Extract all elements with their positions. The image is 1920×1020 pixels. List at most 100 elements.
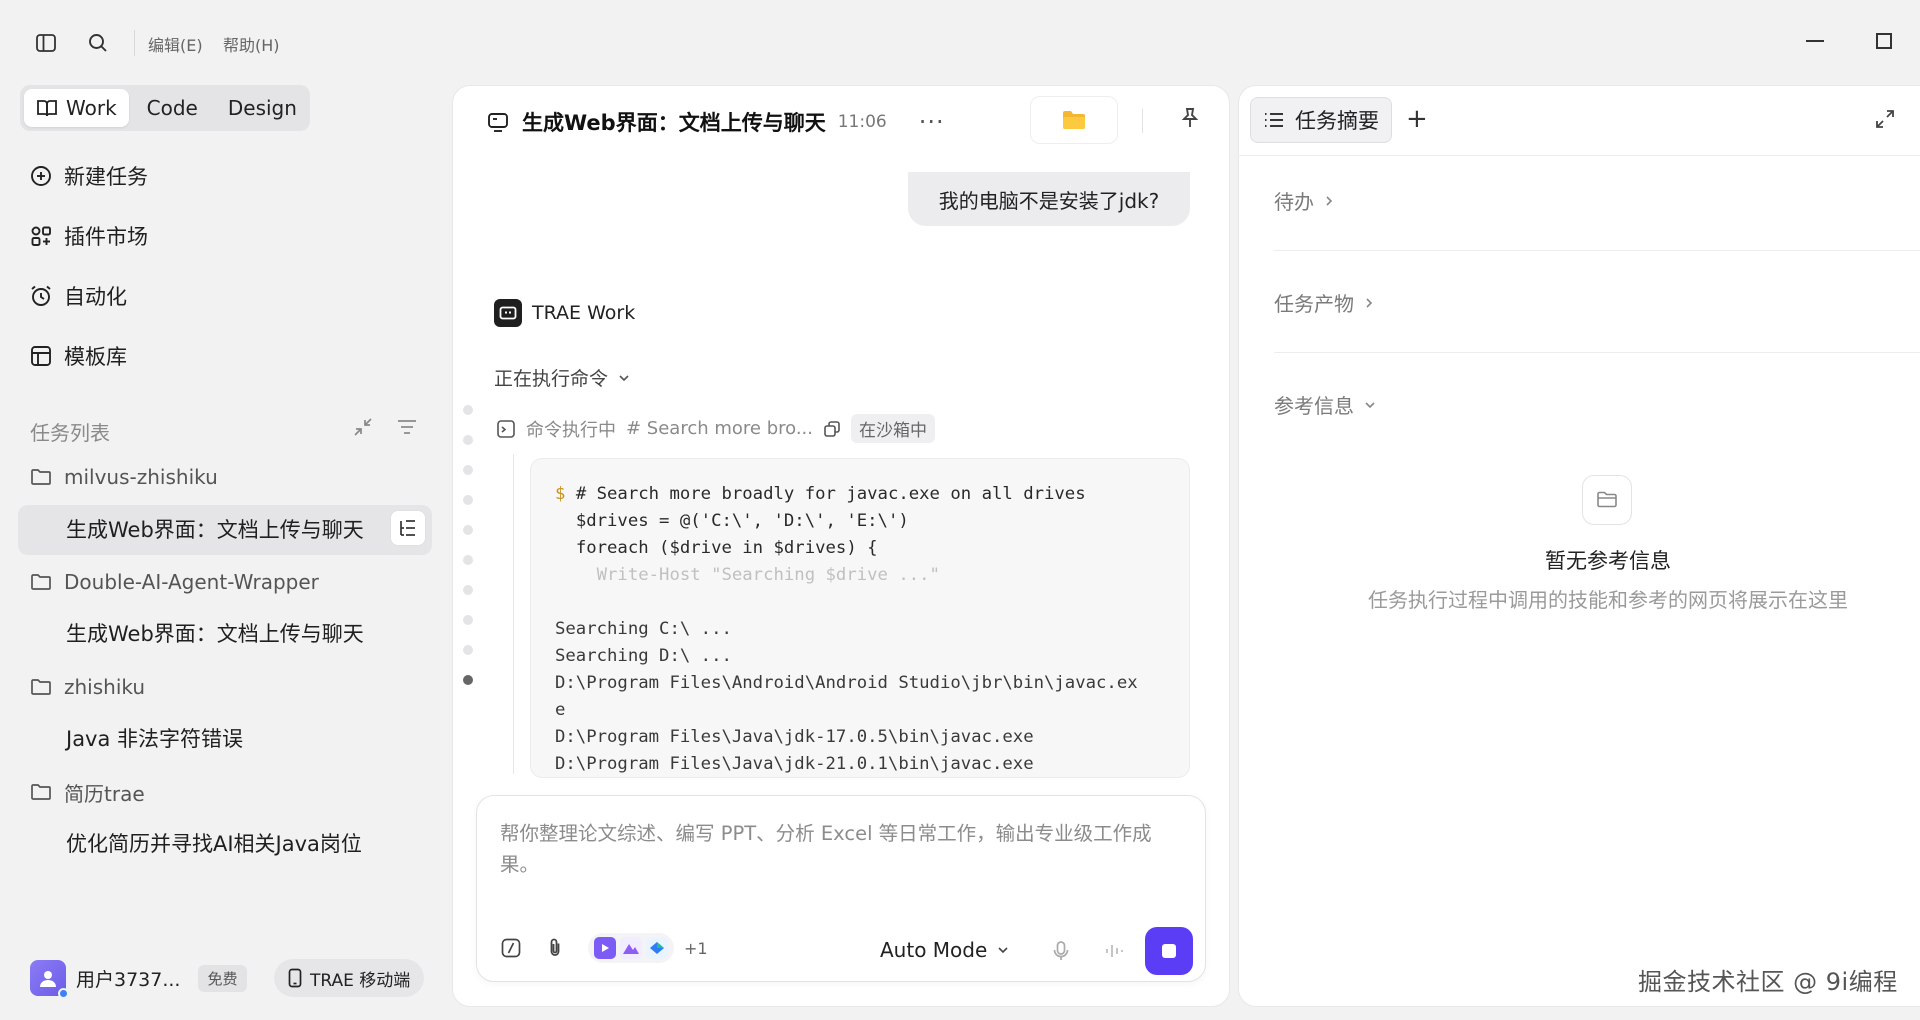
chevron-right-icon — [1324, 195, 1334, 207]
chevron-right-icon — [1364, 297, 1374, 309]
mode-work[interactable]: Work — [24, 89, 129, 127]
output-line: e — [555, 700, 566, 720]
filter-icon[interactable] — [396, 416, 418, 438]
nav-plugin-market[interactable]: 插件市场 — [28, 218, 148, 254]
stop-button[interactable] — [1145, 927, 1193, 975]
collapse-icon[interactable] — [352, 416, 374, 438]
avatar — [30, 960, 69, 999]
more-options-button[interactable]: ··· — [919, 108, 945, 136]
flow-app-icon — [646, 937, 668, 959]
folder-item[interactable]: milvus-zhishiku — [30, 460, 218, 494]
plan-badge: 免费 — [198, 964, 247, 992]
section-todo[interactable]: 待办 — [1274, 186, 1334, 215]
nav-new-task-label: 新建任务 — [64, 165, 148, 189]
nav-automation[interactable]: 自动化 — [28, 278, 127, 314]
output-line: D:\Program Files\Android\Android Studio\… — [555, 673, 1138, 693]
folder-label: Double-AI-Agent-Wrapper — [64, 570, 319, 594]
chevron-down-icon — [997, 944, 1009, 956]
timeline-dot — [463, 645, 473, 655]
output-line: Searching C:\ ... — [555, 619, 732, 639]
trae-logo-icon — [494, 299, 522, 327]
chat-icon — [486, 110, 510, 134]
chat-title: 生成Web界面：文档上传与聊天 — [522, 111, 826, 135]
mobile-app-button[interactable]: TRAE 移动端 — [274, 959, 425, 997]
search-icon[interactable] — [78, 23, 118, 63]
user-profile[interactable]: 用户3737... 免费 — [30, 958, 247, 999]
chevron-down-icon — [618, 372, 630, 384]
tasklist-tools — [352, 416, 418, 438]
plugins-icon — [28, 223, 54, 249]
timeline-dot — [463, 615, 473, 625]
task-item[interactable]: Java 非法字符错误 — [66, 721, 243, 755]
section-references[interactable]: 参考信息 — [1274, 390, 1376, 419]
bot-header: TRAE Work — [494, 299, 635, 327]
nav-template-library-label: 模板库 — [64, 345, 127, 369]
execution-status[interactable]: 正在执行命令 — [494, 364, 630, 391]
task-item[interactable]: 优化简历并寻找AI相关Java岗位 — [66, 826, 362, 860]
chat-time: 11:06 — [837, 112, 887, 132]
nav-template-library[interactable]: 模板库 — [28, 338, 127, 374]
folder-item[interactable]: zhishiku — [30, 670, 145, 704]
mode-selector-label: Auto Mode — [880, 938, 988, 962]
folder-label: milvus-zhishiku — [64, 465, 218, 489]
code-line: foreach ($drive in $drives) { — [575, 538, 878, 558]
section-divider — [1274, 250, 1920, 251]
timeline-dot — [463, 555, 473, 565]
command-label: 命令执行中 — [526, 419, 616, 441]
voice-wave-icon[interactable] — [1104, 942, 1124, 960]
more-skills-count[interactable]: +1 — [684, 939, 708, 958]
nav-plugin-market-label: 插件市场 — [64, 225, 148, 249]
task-item[interactable]: 生成Web界面：文档上传与聊天 — [66, 616, 364, 650]
task-outline-button[interactable] — [390, 510, 426, 546]
folder-icon — [30, 783, 52, 801]
plus-circle-icon — [28, 163, 54, 189]
folder-icon — [30, 573, 52, 591]
folder-item[interactable]: Double-AI-Agent-Wrapper — [30, 565, 319, 599]
command-row[interactable]: 命令执行中 # Search more bro... 在沙箱中 — [496, 414, 936, 443]
code-connector-line — [513, 454, 514, 774]
chevron-down-icon — [1364, 399, 1376, 411]
image-app-icon — [620, 937, 642, 959]
mode-code[interactable]: Code — [135, 89, 210, 127]
empty-state-description: 任务执行过程中调用的技能和参考的网页将展示在这里 — [1368, 588, 1848, 612]
tab-task-summary[interactable]: 任务摘要 — [1250, 97, 1392, 143]
expand-icon[interactable] — [1874, 108, 1896, 130]
folder-item[interactable]: 简历trae — [30, 775, 145, 809]
list-icon — [1263, 111, 1285, 129]
mode-selector[interactable]: Auto Mode — [880, 938, 1009, 962]
mode-work-label: Work — [66, 96, 117, 120]
menu-edit[interactable]: 编辑(E) — [148, 32, 203, 56]
maximize-icon[interactable] — [1876, 33, 1892, 49]
sidebar-toggle-icon[interactable] — [26, 23, 66, 63]
copy-icon[interactable] — [823, 420, 841, 438]
folder-icon — [30, 678, 52, 696]
open-folder-button[interactable] — [1030, 96, 1118, 144]
task-item[interactable]: 生成Web界面：文档上传与聊天 — [66, 512, 364, 546]
empty-folder-icon — [1582, 475, 1632, 525]
mode-design[interactable]: Design — [216, 89, 309, 127]
pin-icon[interactable] — [1178, 106, 1202, 130]
panel-divider — [1238, 155, 1920, 156]
add-tab-button[interactable]: + — [1406, 104, 1428, 134]
attach-icon[interactable] — [544, 937, 566, 959]
book-icon — [36, 98, 58, 118]
watermark: 掘金技术社区 @ 9i编程 — [1638, 968, 1898, 996]
timeline-dot — [463, 465, 473, 475]
execution-status-label: 正在执行命令 — [494, 368, 609, 390]
header-divider — [1142, 109, 1143, 133]
code-block: $ # Search more broadly for javac.exe on… — [530, 458, 1190, 778]
alarm-clock-icon — [28, 283, 54, 309]
microphone-icon[interactable] — [1052, 940, 1070, 962]
section-todo-label: 待办 — [1274, 190, 1314, 214]
code-line: $drives = @('C:\', 'D:\', 'E:\') — [575, 511, 909, 531]
skill-apps[interactable] — [588, 933, 674, 963]
folder-label: 简历trae — [64, 781, 145, 806]
section-artifacts[interactable]: 任务产物 — [1274, 288, 1374, 317]
section-divider — [1274, 352, 1920, 353]
minimize-icon[interactable] — [1806, 40, 1824, 42]
folder-yellow-icon — [1061, 109, 1087, 131]
menu-help[interactable]: 帮助(H) — [223, 32, 280, 56]
nav-new-task[interactable]: 新建任务 — [28, 158, 148, 194]
titlebar-divider — [134, 30, 135, 56]
slash-command-icon[interactable] — [500, 937, 522, 959]
